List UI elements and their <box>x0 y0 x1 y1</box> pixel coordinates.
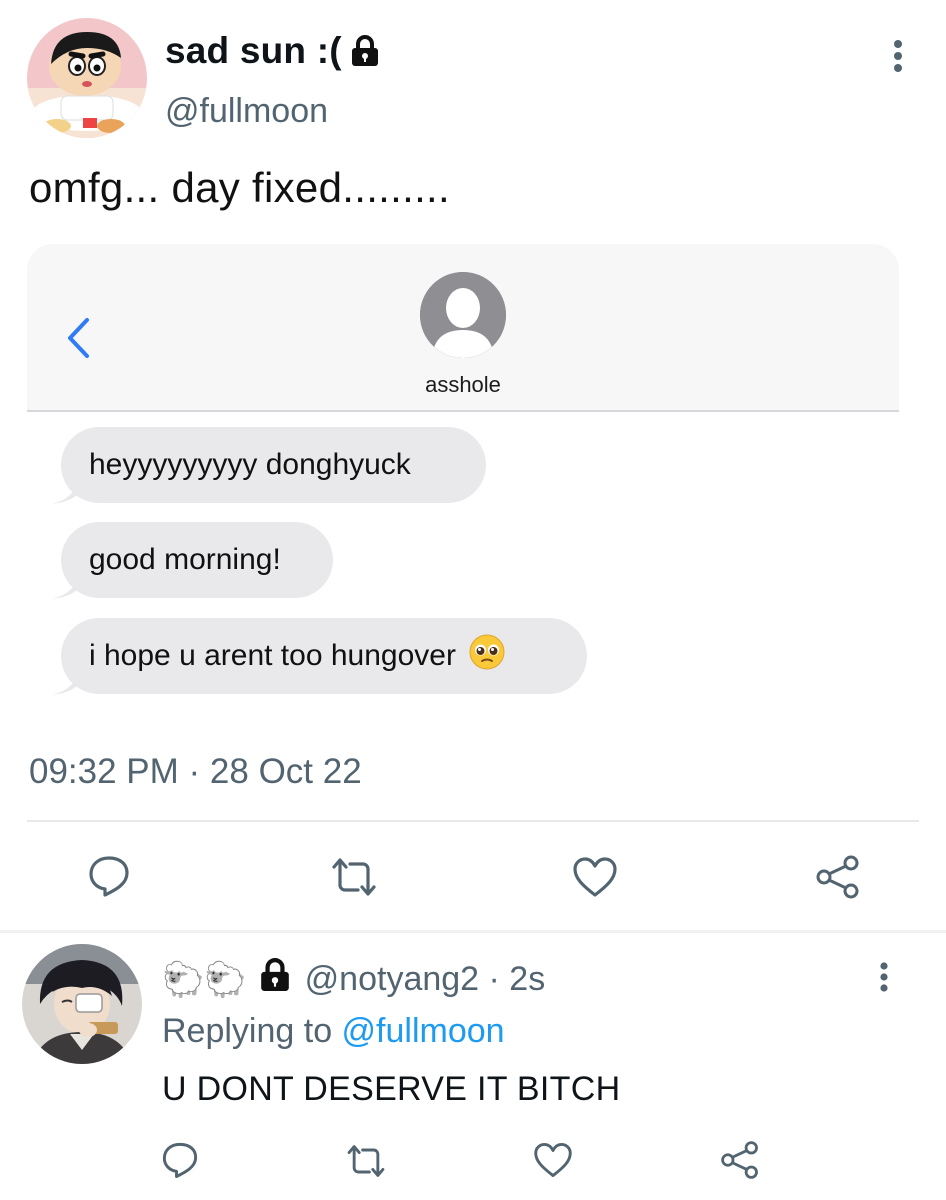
replying-to-label: Replying to <box>162 1012 342 1050</box>
contact-avatar-icon <box>420 272 506 358</box>
author-avatar[interactable] <box>27 18 147 138</box>
bubble-tail <box>52 478 78 504</box>
tweet-text: omfg... day fixed......... <box>29 164 450 211</box>
reply-text: U DONT DESERVE IT BITCH <box>162 1070 621 1108</box>
tweet-media-image[interactable]: asshole heyyyyyyyyy donghyuck good morni… <box>27 244 899 714</box>
share-icon[interactable] <box>720 1140 760 1185</box>
tweet-timestamp[interactable]: 09:32 PM · 28 Oct 22 <box>29 752 362 792</box>
share-icon[interactable] <box>815 854 861 905</box>
reply-icon[interactable] <box>86 853 132 904</box>
more-icon[interactable] <box>880 38 916 78</box>
message-bubble: heyyyyyyyyy donghyuck <box>52 427 486 504</box>
sheep-emoji: 🐑🐑 <box>162 960 247 999</box>
message-text: i hope u arent too hungover <box>89 639 456 672</box>
reply-icon[interactable] <box>160 1140 200 1185</box>
message-text: heyyyyyyyyy donghyuck <box>89 448 411 481</box>
divider <box>0 930 946 933</box>
back-chevron-icon <box>65 316 91 365</box>
retweet-icon[interactable] <box>328 855 380 904</box>
like-icon[interactable] <box>533 1141 573 1184</box>
display-name-text: sad sun :( <box>165 30 342 71</box>
like-icon[interactable] <box>572 855 618 904</box>
author-display-name[interactable]: sad sun :( <box>165 30 380 72</box>
message-bubble: good morning! <box>52 522 333 599</box>
reply-header: 🐑🐑 @notyang2 · 2s <box>162 958 545 1001</box>
author-handle[interactable]: @fullmoon <box>165 92 328 131</box>
pleading-face-icon <box>468 633 506 679</box>
divider <box>27 820 919 822</box>
lock-icon <box>259 958 291 1001</box>
lock-icon <box>350 35 380 67</box>
bubble-tail <box>52 573 78 599</box>
bubble-tail <box>52 669 78 695</box>
imessage-header: asshole <box>27 244 899 412</box>
replying-to: Replying to @fullmoon <box>162 1012 505 1051</box>
reply-author-avatar[interactable] <box>22 944 142 1064</box>
message-bubble: i hope u arent too hungover <box>52 618 587 695</box>
retweet-icon[interactable] <box>344 1142 388 1185</box>
reply-handle-time[interactable]: @notyang2 · 2s <box>305 960 546 999</box>
message-text: good morning! <box>89 543 281 576</box>
more-icon[interactable] <box>866 960 902 996</box>
contact-name: asshole <box>425 372 501 397</box>
replying-to-mention[interactable]: @fullmoon <box>342 1012 505 1050</box>
